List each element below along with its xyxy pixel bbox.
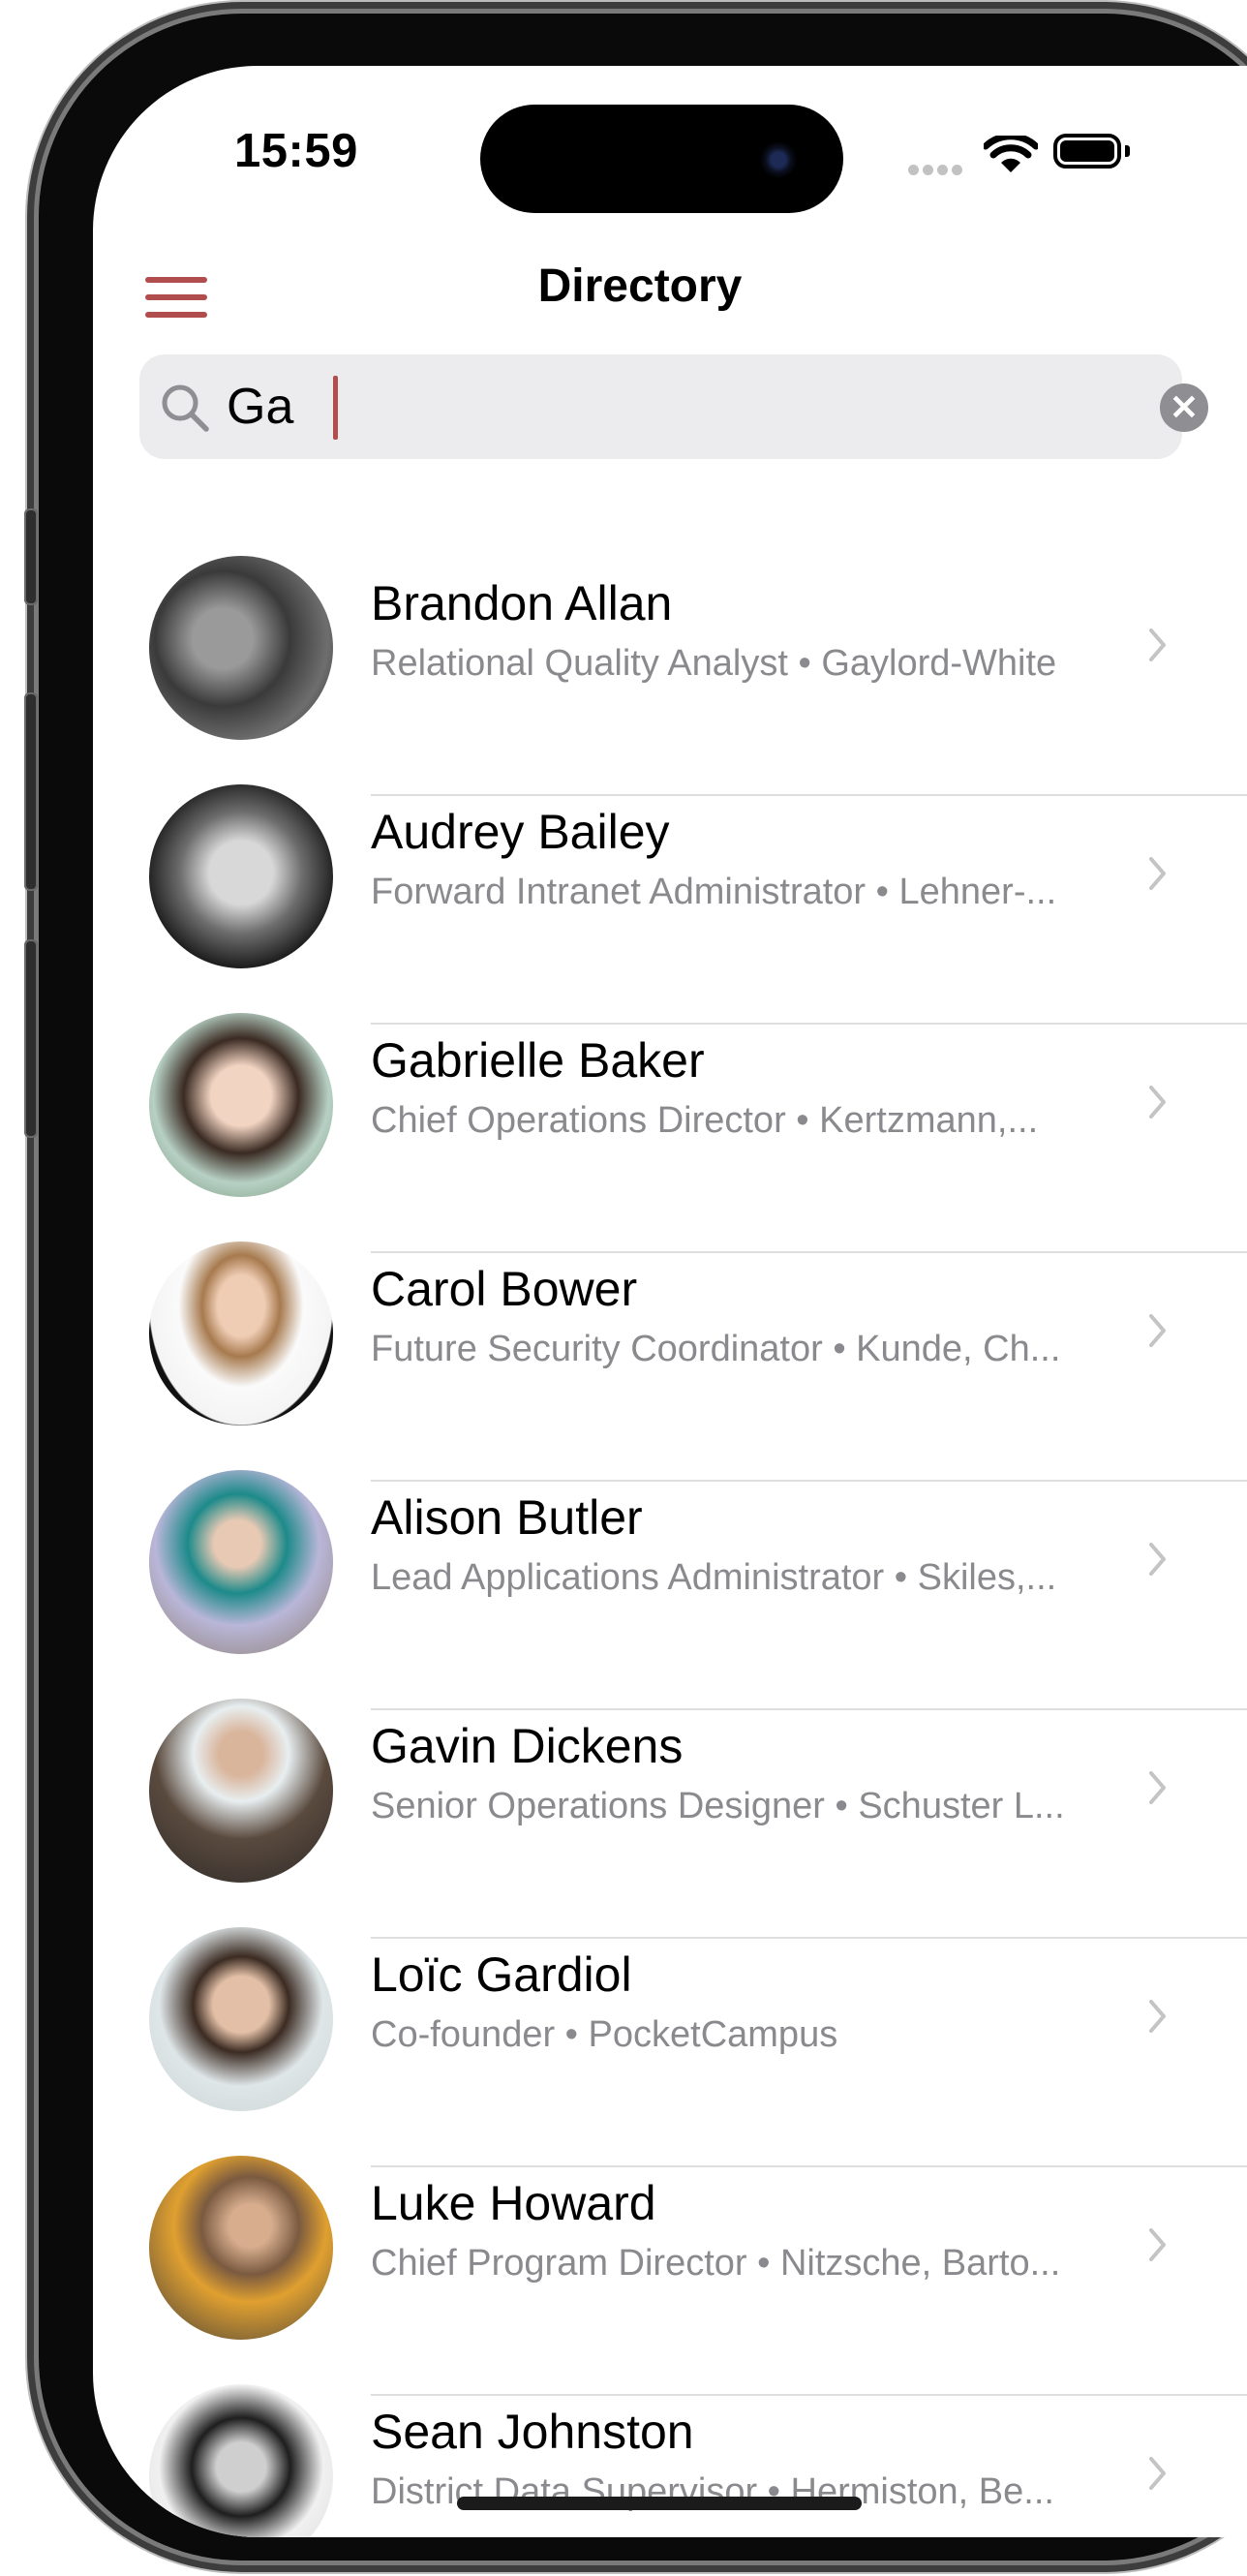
contact-subtitle: Chief Operations Director • Kertzmann,..… [371,1100,1039,1141]
contact-name: Gavin Dickens [371,1719,684,1773]
contact-name: Luke Howard [371,2176,656,2230]
avatar [149,1699,333,1883]
list-item[interactable]: Brandon Allan Relational Quality Analyst… [93,521,1247,796]
avatar [149,1470,333,1654]
contact-name: Alison Butler [371,1490,643,1545]
status-time: 15:59 [234,125,358,177]
chevron-right-icon [1149,857,1166,890]
chevron-right-icon [1149,1086,1166,1119]
volume-up-button [24,692,38,891]
home-indicator[interactable] [457,2497,862,2510]
battery-cap [1125,145,1130,157]
dynamic-island [480,105,843,213]
search-bar: ✕ [139,354,1208,459]
search-icon [162,384,209,432]
cellular-signal-icon [908,163,966,180]
contact-name: Loïc Gardiol [371,1947,632,2002]
camera-lens [760,141,797,178]
contact-subtitle: Future Security Coordinator • Kunde, Ch.… [371,1329,1061,1369]
search-input[interactable] [227,374,1040,440]
chevron-right-icon [1149,629,1166,661]
list-item[interactable]: Gabrielle Baker Chief Operations Directo… [93,978,1247,1253]
list-item[interactable]: Gavin Dickens Senior Operations Designer… [93,1664,1247,1939]
contact-subtitle: Senior Operations Designer • Schuster L.… [371,1786,1065,1826]
list-item[interactable]: Luke Howard Chief Program Director • Nit… [93,2121,1247,2396]
page-title: Directory [537,261,743,312]
list-item[interactable]: Audrey Bailey Forward Intranet Administr… [93,750,1247,1025]
wifi-icon [984,136,1038,172]
chevron-right-icon [1149,1543,1166,1576]
clear-search-button[interactable]: ✕ [1160,383,1208,432]
avatar [149,1242,333,1426]
volume-down-button [24,939,38,1138]
avatar [149,556,333,740]
text-cursor [333,376,338,440]
avatar [149,1927,333,2111]
contact-subtitle: Chief Program Director • Nitzsche, Barto… [371,2243,1061,2284]
action-button [24,508,38,605]
chevron-right-icon [1149,1314,1166,1347]
contact-subtitle: Co-founder • PocketCampus [371,2014,838,2055]
avatar [149,1013,333,1197]
contact-name: Gabrielle Baker [371,1033,705,1088]
screen: 15:59 Directory ✕ Brandon Allan Relation… [93,66,1247,2537]
list-item[interactable]: Alison Butler Lead Applications Administ… [93,1435,1247,1710]
chevron-right-icon [1149,2457,1166,2490]
avatar [149,2384,333,2537]
avatar [149,2156,333,2340]
list-item[interactable]: Loïc Gardiol Co-founder • PocketCampus [93,1892,1247,2167]
chevron-right-icon [1149,2000,1166,2033]
contact-name: Carol Bower [371,1262,638,1316]
avatar [149,784,333,968]
contact-name: Brandon Allan [371,576,673,630]
contact-name: Sean Johnston [371,2405,694,2459]
chevron-right-icon [1149,1771,1166,1804]
contact-subtitle: Forward Intranet Administrator • Lehner-… [371,872,1057,912]
contact-subtitle: Lead Applications Administrator • Skiles… [371,1557,1057,1598]
chevron-right-icon [1149,2228,1166,2261]
contact-subtitle: Relational Quality Analyst • Gaylord-Whi… [371,643,1057,684]
list-item[interactable]: Carol Bower Future Security Coordinator … [93,1207,1247,1482]
battery-icon [1053,134,1121,169]
contact-name: Audrey Bailey [371,805,670,859]
contact-list: Brandon Allan Relational Quality Analyst… [93,521,1247,2537]
